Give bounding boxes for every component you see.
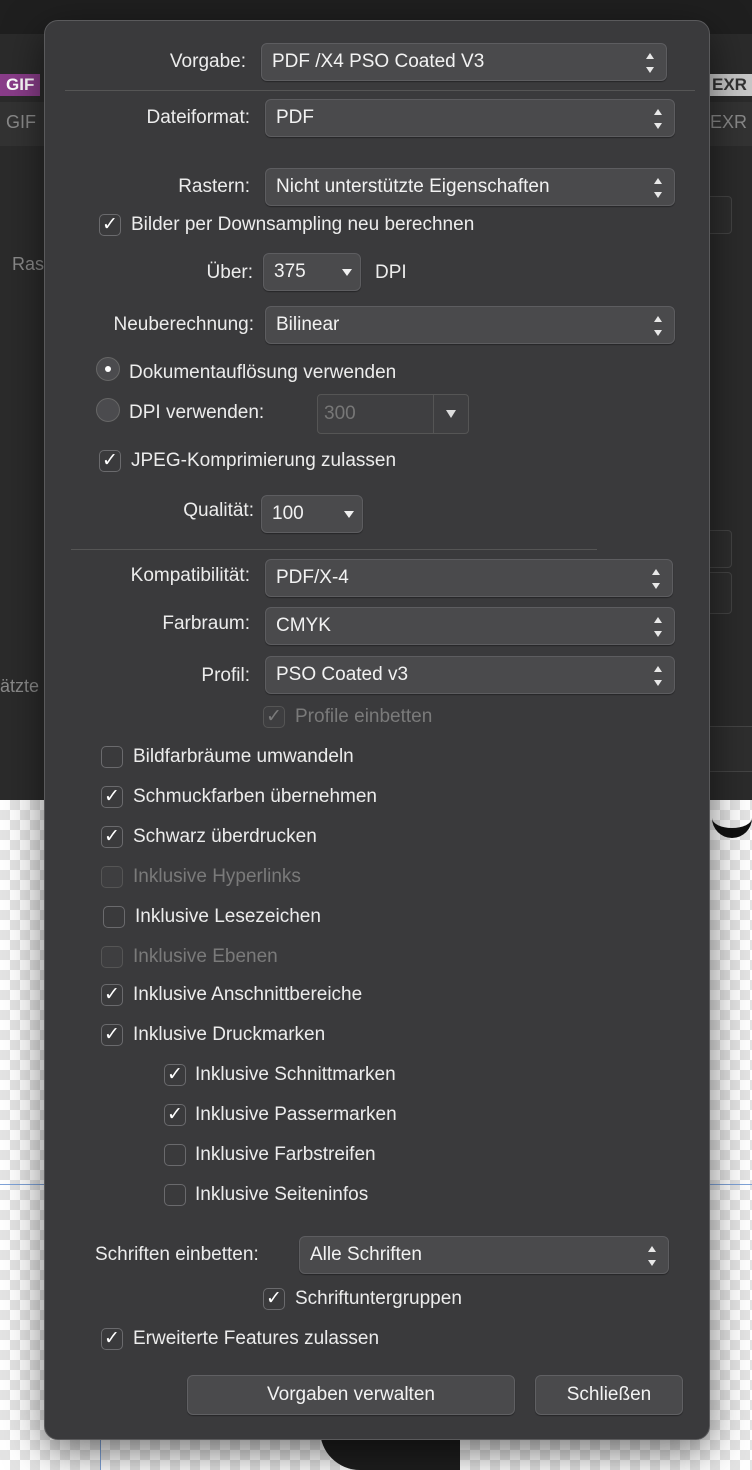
include-bookmarks-label: Inklusive Lesezeichen (135, 906, 321, 927)
use-document-resolution-radio[interactable] (96, 357, 120, 381)
spot-colors-label: Schmuckfarben übernehmen (133, 786, 377, 807)
pdf-export-dialog: Vorgabe: PDF /X4 PSO Coated V3 Dateiform… (44, 20, 710, 1440)
manage-presets-button[interactable]: Vorgaben verwalten (187, 1375, 515, 1415)
color-space-select[interactable]: CMYK (265, 607, 675, 645)
embed-profiles-label: Profile einbetten (295, 706, 433, 727)
advanced-features-checkbox[interactable]: ✓ (101, 1328, 123, 1350)
use-dpi-radio[interactable] (96, 398, 120, 422)
use-document-resolution-label: Dokumentauflösung verwenden (129, 362, 397, 383)
close-button[interactable]: Schließen (535, 1375, 683, 1415)
page-info-label: Inklusive Seiteninfos (195, 1184, 369, 1205)
spot-colors-checkbox[interactable]: ✓ (101, 786, 123, 808)
advanced-features-label: Erweiterte Features zulassen (133, 1328, 380, 1349)
include-bleed-checkbox[interactable]: ✓ (101, 984, 123, 1006)
profile-value: PSO Coated v3 (276, 664, 409, 685)
bg-label-ras: Ras (12, 254, 45, 274)
color-space-label: Farbraum: (162, 613, 250, 634)
updown-icon (654, 617, 664, 637)
bg-tab-exr: EXR (706, 74, 752, 96)
quality-label: Qualität: (183, 500, 254, 521)
overprint-black-checkbox[interactable]: ✓ (101, 826, 123, 848)
above-label: Über: (206, 262, 253, 283)
compatibility-label: Kompatibilität: (130, 565, 250, 586)
radio-dot-icon (105, 366, 111, 372)
downsample-checkbox[interactable]: ✓ (99, 214, 121, 236)
include-layers-checkbox[interactable] (101, 946, 123, 968)
profile-select[interactable]: PSO Coated v3 (265, 656, 675, 694)
embed-fonts-label: Schriften einbetten: (95, 1244, 259, 1265)
rasterize-label: Rastern: (178, 176, 250, 197)
bg-label-exr: EXR (710, 112, 748, 132)
embed-profiles-checkbox[interactable]: ✓ (263, 706, 285, 728)
compatibility-select[interactable]: PDF/X-4 (265, 559, 673, 597)
include-hyperlinks-checkbox[interactable] (101, 866, 123, 888)
include-hyperlinks-label: Inklusive Hyperlinks (133, 866, 301, 887)
include-bleed-label: Inklusive Anschnittbereiche (133, 984, 363, 1005)
compatibility-value: PDF/X-4 (276, 567, 349, 588)
above-dpi-select[interactable]: 375 (263, 253, 361, 291)
chevron-down-icon (433, 395, 468, 433)
updown-icon (654, 666, 664, 686)
jpeg-label: JPEG-Komprimierung zulassen (131, 450, 397, 471)
include-printer-marks-label: Inklusive Druckmarken (133, 1024, 326, 1045)
file-format-select[interactable]: PDF (265, 99, 675, 137)
font-subsets-label: Schriftuntergruppen (295, 1288, 462, 1309)
updown-icon (654, 178, 664, 198)
rasterize-select[interactable]: Nicht unterstützte Eigenschaften (265, 168, 675, 206)
color-space-value: CMYK (276, 615, 331, 636)
convert-image-colorspaces-checkbox[interactable] (101, 746, 123, 768)
page-info-checkbox[interactable] (164, 1184, 186, 1206)
font-subsets-checkbox[interactable]: ✓ (263, 1288, 285, 1310)
quality-select[interactable]: 100 (261, 495, 363, 533)
color-bars-label: Inklusive Farbstreifen (195, 1144, 376, 1165)
updown-icon (646, 53, 656, 73)
embed-fonts-value: Alle Schriften (310, 1244, 422, 1265)
resample-select[interactable]: Bilinear (265, 306, 675, 344)
preset-value: PDF /X4 PSO Coated V3 (272, 51, 485, 72)
overprint-black-label: Schwarz überdrucken (133, 826, 317, 847)
separator (71, 549, 597, 550)
jpeg-checkbox[interactable]: ✓ (99, 450, 121, 472)
bg-tab-gif: GIF (0, 74, 41, 96)
preset-label: Vorgabe: (169, 51, 246, 72)
chevron-down-icon (342, 269, 352, 276)
file-format-value: PDF (276, 107, 314, 128)
chevron-down-icon (344, 511, 354, 518)
profile-label: Profil: (201, 665, 250, 686)
color-bars-checkbox[interactable] (164, 1144, 186, 1166)
resample-value: Bilinear (276, 314, 340, 335)
include-bookmarks-checkbox[interactable] (103, 906, 125, 928)
above-dpi-value: 375 (274, 261, 306, 282)
file-format-label: Dateiformat: (146, 107, 250, 128)
bg-label-gif: GIF (6, 112, 36, 132)
updown-icon (652, 569, 662, 589)
preset-select[interactable]: PDF /X4 PSO Coated V3 (261, 43, 667, 81)
updown-icon (648, 1246, 658, 1266)
canvas-curve (712, 792, 752, 838)
crop-marks-label: Inklusive Schnittmarken (195, 1064, 396, 1085)
updown-icon (654, 316, 664, 336)
updown-icon (654, 109, 664, 129)
downsample-label: Bilder per Downsampling neu berechnen (131, 214, 475, 235)
use-dpi-label: DPI verwenden: (129, 402, 265, 423)
dpi-unit-label: DPI (375, 262, 407, 283)
registration-marks-label: Inklusive Passermarken (195, 1104, 397, 1125)
rasterize-value: Nicht unterstützte Eigenschaften (276, 176, 550, 197)
crop-marks-checkbox[interactable]: ✓ (164, 1064, 186, 1086)
quality-value: 100 (272, 503, 304, 524)
bg-label-tzte: ätzte (0, 676, 40, 696)
include-layers-label: Inklusive Ebenen (133, 946, 278, 967)
separator (65, 90, 695, 91)
convert-image-colorspaces-label: Bildfarbräume umwandeln (133, 746, 354, 767)
dpi-combo: 300 (317, 394, 469, 434)
resample-label: Neuberechnung: (113, 314, 255, 335)
embed-fonts-select[interactable]: Alle Schriften (299, 1236, 669, 1274)
registration-marks-checkbox[interactable]: ✓ (164, 1104, 186, 1126)
dpi-combo-value: 300 (324, 403, 356, 424)
include-printer-marks-checkbox[interactable]: ✓ (101, 1024, 123, 1046)
